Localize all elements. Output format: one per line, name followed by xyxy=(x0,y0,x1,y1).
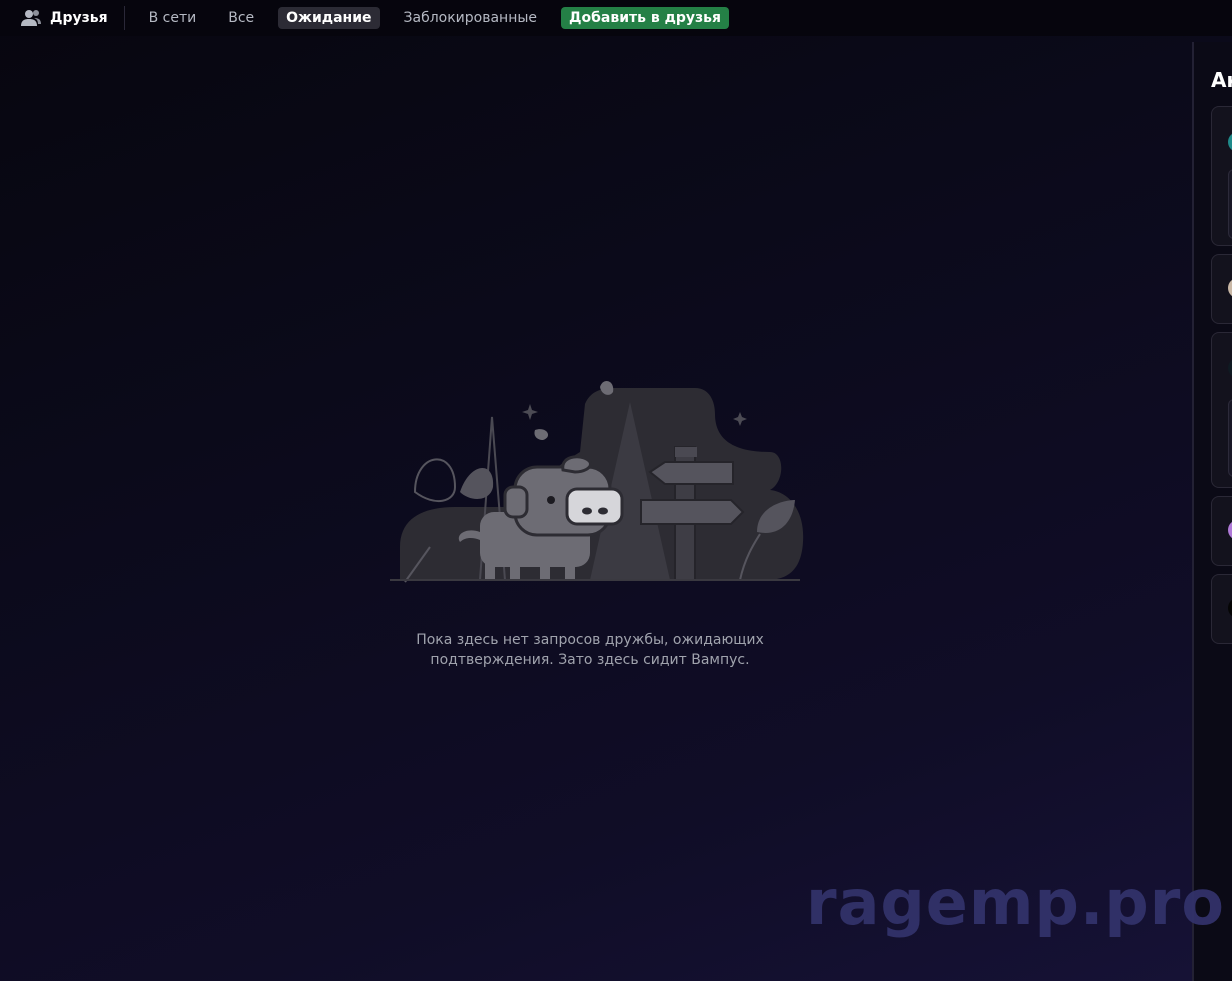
avatar xyxy=(1228,132,1232,152)
activity-card[interactable] xyxy=(1211,496,1232,566)
avatar xyxy=(1228,278,1232,298)
add-friend-button[interactable]: Добавить в друзья xyxy=(561,7,730,29)
friends-title: Друзья xyxy=(50,10,108,26)
tab-pending[interactable]: Ожидание xyxy=(278,7,380,29)
friends-toolbar: Друзья В сети Все Ожидание Заблокированн… xyxy=(0,0,1232,36)
empty-state-line-2: подтверждения. Зато здесь сидит Вампус. xyxy=(430,652,750,668)
main-content xyxy=(0,36,1193,981)
avatar xyxy=(1228,520,1232,540)
active-now-title: Ак xyxy=(1211,68,1232,92)
activity-card[interactable] xyxy=(1211,106,1232,246)
friends-icon xyxy=(20,7,42,29)
watermark: ragemp.pro xyxy=(806,866,1225,939)
empty-state-message: Пока здесь нет запросов дружбы, ожидающи… xyxy=(390,630,790,670)
friends-header: Друзья xyxy=(20,6,125,30)
activity-card[interactable] xyxy=(1211,574,1232,644)
avatar xyxy=(1228,598,1232,618)
tab-blocked[interactable]: Заблокированные xyxy=(396,7,546,29)
empty-state-line-1: Пока здесь нет запросов дружбы, ожидающи… xyxy=(416,632,764,648)
activity-card[interactable] xyxy=(1211,254,1232,324)
avatar xyxy=(1228,358,1232,378)
activity-details xyxy=(1228,169,1232,239)
wumpus-illustration xyxy=(385,342,815,590)
tab-all[interactable]: Все xyxy=(220,7,262,29)
tab-online[interactable]: В сети xyxy=(141,7,205,29)
active-now-panel: Ак xyxy=(1192,42,1232,981)
activity-card[interactable] xyxy=(1211,332,1232,488)
activity-details xyxy=(1228,399,1232,477)
